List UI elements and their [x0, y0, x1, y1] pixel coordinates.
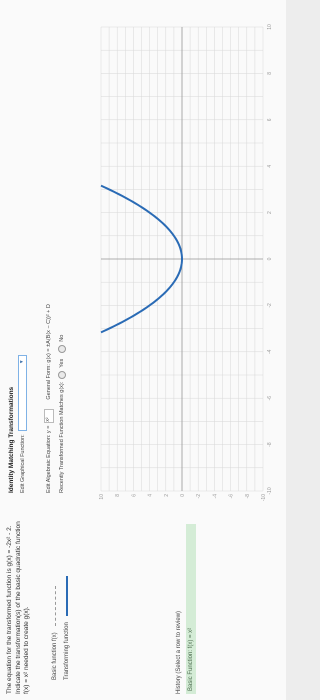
- y-tick-label: 8: [115, 494, 121, 497]
- legend-basic: Basic function f(x): [52, 510, 58, 680]
- match-row: Recently Transformed Function Matches g(…: [58, 335, 66, 493]
- screen: The equation for the transformed functio…: [0, 0, 286, 700]
- x-tick-label: 6: [267, 118, 273, 121]
- y-tick-label: -2: [196, 494, 202, 499]
- legend-transforming: Transforming function: [64, 510, 70, 680]
- no-label: No: [59, 334, 65, 342]
- x-tick-label: -2: [267, 303, 273, 308]
- dashed-line-icon: [54, 586, 56, 627]
- match-label: Recently Transformed Function Matches g(…: [59, 381, 65, 493]
- x-tick-label: 2: [267, 211, 273, 214]
- x-tick-label: 8: [267, 72, 273, 75]
- y-tick-label: 4: [148, 494, 154, 497]
- algebraic-equation-input[interactable]: x²: [44, 408, 54, 423]
- x-tick-label: 10: [267, 24, 273, 30]
- x-tick-label: -6: [267, 396, 273, 401]
- y-tick-label: -8: [245, 494, 251, 499]
- history-row[interactable]: Basic Function: f(x) = x²: [186, 524, 196, 694]
- general-form-text: General Form: g(x) = ±A(B(x − C))² + D: [46, 304, 52, 400]
- problem-prompt: The equation for the transformed functio…: [6, 521, 30, 694]
- x-tick-label: -10: [267, 487, 273, 494]
- legend-transforming-label: Transforming function: [64, 622, 70, 680]
- no-radio[interactable]: [58, 344, 66, 353]
- y-tick-label: 0: [180, 494, 186, 497]
- yes-label: Yes: [59, 358, 65, 368]
- graphical-function-dropdown[interactable]: ▼: [18, 355, 27, 432]
- x-tick-label: -4: [267, 349, 273, 354]
- solid-line-icon: [66, 576, 68, 617]
- y-tick-label: -6: [229, 494, 235, 499]
- x-tick-label: 4: [267, 165, 273, 168]
- edit-graphical-label: Edit Graphical Function:: [19, 434, 26, 493]
- yes-radio[interactable]: [58, 370, 66, 379]
- x-tick-label: -8: [267, 442, 273, 447]
- chevron-down-icon: ▼: [19, 359, 25, 365]
- legend-basic-label: Basic function f(x): [52, 632, 58, 680]
- y-tick-label: 2: [164, 494, 170, 497]
- history-title: History (Select a row to review): [176, 610, 182, 694]
- algebraic-equation-value: x²: [45, 417, 51, 422]
- y-tick-label: 6: [131, 494, 137, 497]
- x-tick-label: 0: [267, 257, 273, 260]
- edit-algebraic-label: Edit Algebraic Equation: y =: [46, 425, 52, 493]
- y-tick-label: -10: [261, 494, 267, 501]
- y-tick-label: -4: [212, 494, 218, 499]
- edit-algebraic-row: Edit Algebraic Equation: y = x² General …: [44, 304, 54, 493]
- coordinate-graph[interactable]: -10 -8 -6 -4 -2 0 2 4 6 8 10 10 8 6 4 2 0 -2 -4 -6 -8 -10: [95, 23, 273, 505]
- y-tick-label: 10: [99, 494, 105, 500]
- panel-title: Identity Matching Transformations: [8, 386, 15, 493]
- edit-graphical-row: Edit Graphical Function: ▼: [18, 355, 27, 493]
